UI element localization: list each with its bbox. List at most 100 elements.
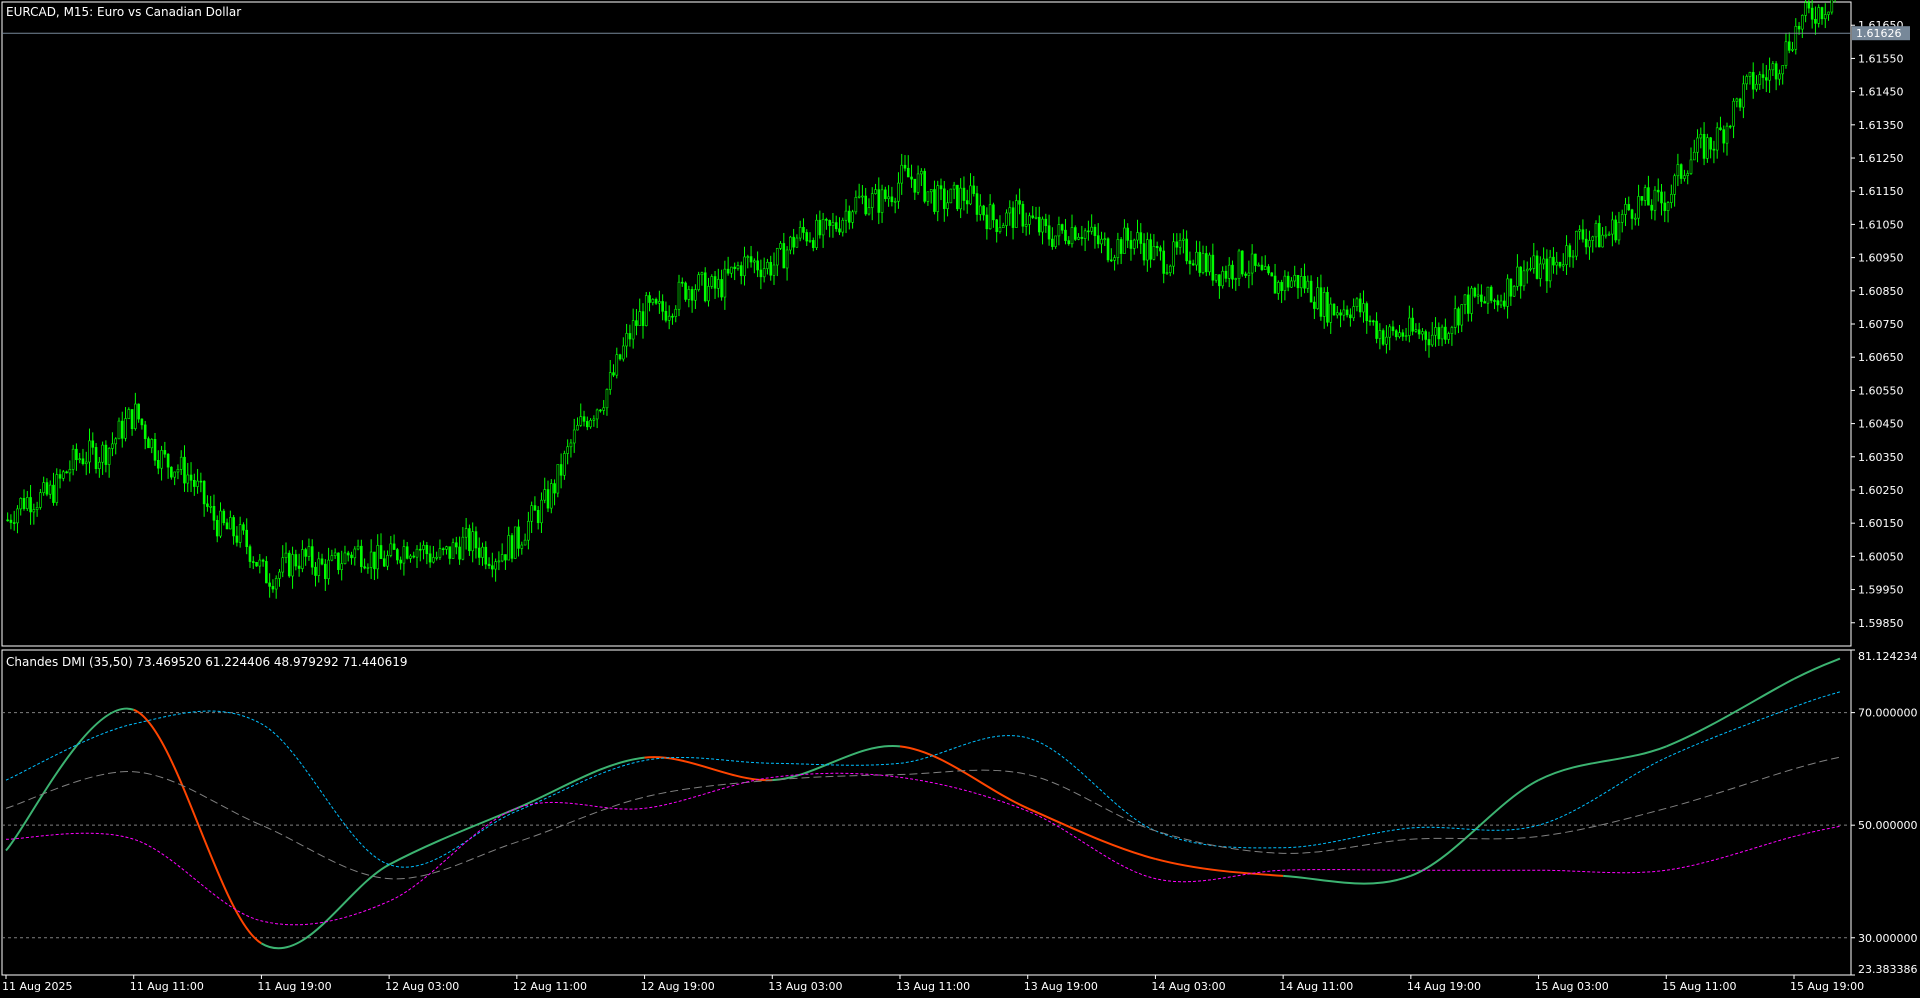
candle-body: [1277, 282, 1280, 294]
candle-body: [432, 557, 435, 563]
candle-body: [39, 492, 42, 508]
candle-body: [903, 164, 907, 169]
candle-body: [1601, 234, 1604, 248]
candle-body: [1617, 221, 1621, 241]
candle-body: [134, 403, 137, 429]
candle-body: [1388, 326, 1391, 338]
candle-body: [104, 444, 108, 465]
candle-body: [229, 517, 232, 530]
candle-body: [671, 315, 674, 318]
candle-body: [1627, 204, 1631, 211]
candle-body: [936, 185, 940, 212]
candle-body: [510, 535, 514, 559]
time-axis-label: 15 Aug 11:00: [1662, 980, 1736, 993]
candle-body: [733, 266, 736, 269]
candle-body: [1817, 7, 1821, 24]
price-axis-label: 1.61350: [1858, 119, 1904, 132]
candle-body: [1637, 196, 1640, 219]
candle-body: [884, 189, 887, 200]
candle-body: [756, 260, 759, 271]
candle-body: [1175, 241, 1179, 248]
candle-body: [1722, 129, 1726, 144]
candle-body: [959, 187, 962, 210]
candle-body: [1342, 309, 1346, 316]
candle-body: [759, 269, 763, 278]
candle-body: [1444, 326, 1447, 340]
candle-body: [215, 520, 219, 537]
candle-body: [1604, 234, 1608, 237]
candle-body: [1237, 250, 1241, 279]
candle-body: [877, 189, 881, 213]
candle-body: [494, 561, 497, 570]
candle-body: [1309, 280, 1313, 303]
candle-body: [1198, 251, 1202, 273]
candle-body: [65, 471, 68, 474]
candle-body: [1545, 258, 1549, 282]
candle-body: [1365, 303, 1369, 322]
candle-body: [815, 219, 818, 248]
candle-body: [834, 222, 838, 230]
candle-body: [120, 420, 124, 439]
candle-body: [58, 474, 62, 479]
candle-body: [245, 529, 249, 547]
candle-body: [1106, 238, 1110, 261]
candle-body: [1755, 83, 1758, 90]
candle-body: [1060, 224, 1064, 231]
candle-body: [1152, 245, 1156, 260]
candle-body: [880, 189, 884, 213]
candle-body: [602, 407, 605, 411]
candle-body: [536, 510, 540, 524]
time-axis-label: 11 Aug 19:00: [257, 980, 331, 993]
candle-body: [1660, 191, 1663, 204]
candle-body: [1018, 200, 1021, 205]
chart-canvas[interactable]: 1.616501.615501.614501.613501.612501.611…: [0, 0, 1920, 998]
candle-body: [1064, 229, 1067, 241]
price-axis-label: 1.60150: [1858, 517, 1904, 530]
candle-body: [294, 554, 298, 567]
candle-body: [1732, 100, 1735, 127]
candle-body: [1234, 278, 1238, 280]
candle-body: [605, 389, 609, 409]
candle-body: [1437, 327, 1441, 340]
candle-body: [402, 546, 406, 564]
candle-body: [1270, 272, 1274, 277]
candle-body: [1689, 159, 1693, 174]
candle-body: [789, 236, 792, 251]
price-axis-label: 1.60350: [1858, 451, 1904, 464]
time-axis-label: 11 Aug 2025: [2, 980, 72, 993]
candle-body: [1742, 83, 1745, 108]
candle-body: [527, 520, 530, 541]
candle-body: [1044, 218, 1048, 227]
candle-body: [1765, 77, 1768, 81]
candle-body: [1208, 254, 1211, 273]
candle-body: [222, 510, 226, 524]
candle-body: [504, 554, 507, 561]
candle-body: [1427, 339, 1431, 346]
candle-body: [1676, 164, 1680, 177]
candle-body: [1273, 275, 1277, 294]
candle-body: [1067, 240, 1071, 245]
candle-body: [425, 545, 429, 555]
candle-body: [127, 409, 131, 419]
candle-body: [549, 483, 553, 509]
candle-body: [576, 425, 579, 431]
candle-body: [1516, 266, 1519, 287]
candle-body: [360, 545, 363, 567]
candle-body: [1316, 287, 1319, 309]
candle-body: [1037, 216, 1041, 233]
candle-body: [399, 559, 402, 564]
candle-body: [170, 466, 173, 478]
candle-body: [366, 567, 370, 569]
price-axis-label: 1.60750: [1858, 318, 1904, 331]
candle-body: [1670, 194, 1673, 203]
candle-body: [1218, 274, 1221, 287]
candle-body: [762, 268, 766, 278]
candle-body: [1421, 331, 1424, 335]
candle-body: [389, 543, 393, 556]
candle-body: [1132, 239, 1136, 249]
candle-body: [841, 219, 845, 233]
candle-body: [543, 489, 547, 501]
candle-body: [998, 227, 1002, 232]
candle-body: [1794, 26, 1798, 50]
candle-body: [933, 189, 936, 212]
